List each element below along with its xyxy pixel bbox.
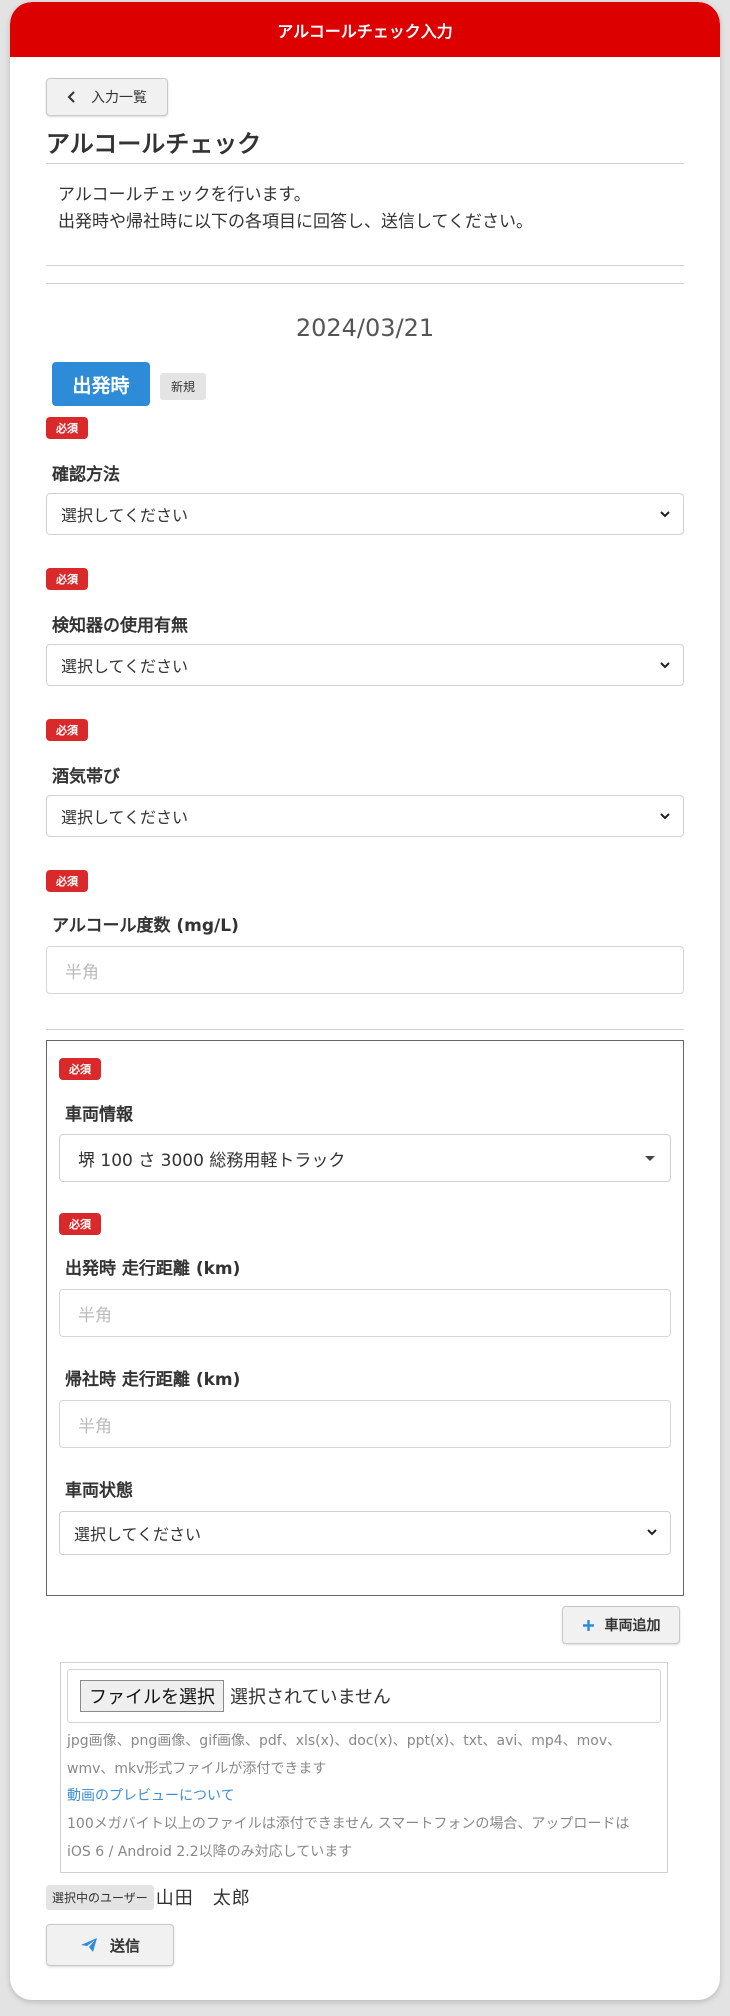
- condition-select-value: 選択してください: [74, 1525, 202, 1544]
- start-distance-input[interactable]: 半角: [59, 1289, 671, 1337]
- plus-icon: [582, 1619, 594, 1631]
- required-badge: 必須: [46, 870, 88, 892]
- header-title: アルコールチェック入力: [277, 21, 453, 41]
- send-button-label: 送信: [109, 1936, 140, 1955]
- add-vehicle-button[interactable]: 車両追加: [562, 1606, 680, 1644]
- selected-user-row: 選択中のユーザー 山田 太郎: [46, 1884, 251, 1910]
- back-to-list-button[interactable]: 入力一覧: [46, 78, 168, 116]
- video-preview-link[interactable]: 動画のプレビューについて: [67, 1782, 663, 1810]
- return-distance-label: 帰社時 走行距離 (km): [65, 1370, 241, 1390]
- alcohol-select[interactable]: 選択してください: [46, 795, 684, 837]
- divider: [46, 1029, 684, 1030]
- start-distance-label: 出発時 走行距離 (km): [65, 1259, 241, 1279]
- required-badge: 必須: [46, 568, 88, 590]
- send-button[interactable]: 送信: [46, 1924, 174, 1966]
- concentration-input[interactable]: 半角: [46, 946, 684, 994]
- form-card: アルコールチェック入力 入力一覧 アルコールチェック アルコールチェックを行いま…: [10, 2, 720, 2000]
- caret-down-icon: [645, 1156, 655, 1161]
- file-status: 選択されていません: [230, 1687, 391, 1708]
- start-distance-placeholder: 半角: [78, 1305, 112, 1326]
- vehicle-select[interactable]: 堺 100 さ 3000 総務用軽トラック: [59, 1134, 671, 1182]
- vehicle-select-value: 堺 100 さ 3000 総務用軽トラック: [78, 1150, 346, 1171]
- divider: [46, 265, 684, 266]
- page-title: アルコールチェック: [46, 130, 262, 158]
- condition-label: 車両状態: [65, 1481, 133, 1501]
- chevron-down-icon: [647, 1529, 657, 1536]
- required-badge: 必須: [46, 719, 88, 741]
- return-distance-input[interactable]: 半角: [59, 1400, 671, 1448]
- divider: [46, 163, 684, 164]
- upload-note-2: wmv、mkv形式ファイルが添付できます: [67, 1761, 327, 1777]
- vehicle-label: 車両情報: [65, 1105, 133, 1125]
- back-button-label: 入力一覧: [91, 90, 147, 106]
- required-badge: 必須: [59, 1058, 101, 1080]
- alcohol-label: 酒気帯び: [52, 767, 120, 787]
- add-vehicle-label: 車両追加: [604, 1618, 661, 1634]
- method-select[interactable]: 選択してください: [46, 493, 684, 535]
- intro-line-1: アルコールチェックを行います。: [58, 185, 311, 205]
- method-select-value: 選択してください: [61, 506, 189, 525]
- concentration-label: アルコール度数 (mg/L): [52, 916, 239, 936]
- chevron-down-icon: [660, 511, 670, 518]
- detector-select-value: 選択してください: [61, 657, 189, 676]
- concentration-placeholder: 半角: [65, 962, 99, 983]
- vehicle-section: 必須 車両情報 堺 100 さ 3000 総務用軽トラック 必須 出発時 走行距…: [46, 1040, 684, 1596]
- required-badge: 必須: [46, 417, 88, 439]
- upload-note-1: jpg画像、png画像、gif画像、pdf、xls(x)、doc(x)、ppt(…: [67, 1733, 622, 1749]
- upload-note-4: iOS 6 / Android 2.2以降のみ対応しています: [67, 1844, 353, 1860]
- condition-select[interactable]: 選択してください: [59, 1511, 671, 1555]
- chevron-down-icon: [660, 662, 670, 669]
- timing-badge: 出発時: [52, 362, 150, 406]
- file-input[interactable]: ファイルを選択 選択されていません: [67, 1669, 661, 1723]
- header-bar: アルコールチェック入力: [10, 2, 720, 57]
- selected-user-chip: 選択中のユーザー: [46, 1884, 154, 1910]
- required-badge: 必須: [59, 1213, 101, 1235]
- chevron-down-icon: [660, 813, 670, 820]
- selected-user-name: 山田 太郎: [155, 1888, 251, 1909]
- new-badge: 新規: [160, 373, 206, 400]
- paper-plane-icon: [80, 1938, 97, 1952]
- alcohol-select-value: 選択してください: [61, 808, 189, 827]
- method-label: 確認方法: [52, 465, 120, 485]
- chevron-left-icon: [67, 91, 75, 103]
- return-distance-placeholder: 半角: [78, 1416, 112, 1437]
- detector-label: 検知器の使用有無: [52, 616, 188, 636]
- intro-text: アルコールチェックを行います。 出発時や帰社時に以下の各項目に回答し、送信してく…: [58, 182, 533, 236]
- choose-file-button[interactable]: ファイルを選択: [80, 1680, 224, 1712]
- detector-select[interactable]: 選択してください: [46, 644, 684, 686]
- intro-line-2: 出発時や帰社時に以下の各項目に回答し、送信してください。: [58, 212, 533, 232]
- check-date: 2024/03/21: [295, 314, 435, 342]
- file-upload-section: ファイルを選択 選択されていません jpg画像、png画像、gif画像、pdf、…: [60, 1662, 668, 1873]
- divider: [46, 283, 684, 284]
- upload-note-3: 100メガバイト以上のファイルは添付できません スマートフォンの場合、アップロー…: [67, 1816, 630, 1832]
